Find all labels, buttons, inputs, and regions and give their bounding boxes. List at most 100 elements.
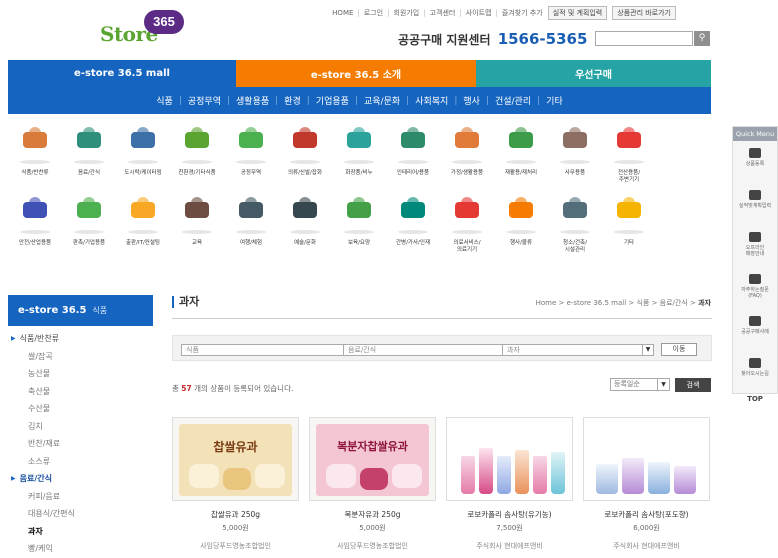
product-image[interactable] (446, 417, 573, 501)
cat-welfare[interactable]: 사회복지 (409, 94, 454, 107)
category-tile-label: 가정/생활용품 (450, 170, 484, 176)
sidebar-category[interactable]: ▶ 음료/간식 (8, 470, 153, 488)
sidebar-subitem[interactable]: 과자 (8, 523, 153, 541)
category-tile[interactable]: 행사/물류 (494, 186, 548, 256)
cat-etc[interactable]: 기타 (540, 94, 569, 107)
category-tile[interactable]: 인테리어/용품 (386, 116, 440, 186)
category-tile[interactable]: 의류/신발/잡화 (278, 116, 332, 186)
sidebar-subitem[interactable]: 쌀/잡곡 (8, 348, 153, 366)
quick-menu-item[interactable]: 자주하는질문 (FAQ) (733, 271, 777, 309)
link-signup[interactable]: 회원가입 (393, 8, 419, 18)
sidebar-subitem[interactable]: 수산물 (8, 400, 153, 418)
header-search-input[interactable] (595, 31, 693, 46)
sidebar-subitem[interactable]: 축산물 (8, 383, 153, 401)
category-tile[interactable]: 출판/IT/컨설팅 (116, 186, 170, 256)
store365-logo[interactable]: Store 365 (100, 10, 190, 48)
quick-menu-title: Quick Menu (733, 127, 777, 141)
link-support[interactable]: 고객센터 (430, 8, 456, 18)
sidebar-subitem[interactable]: 소스류 (8, 453, 153, 471)
link-login[interactable]: 로그인 (364, 8, 383, 18)
sidebar-list: ▶ 식품/반찬류 쌀/잡곡 농산물 축산물 수산물 김치 반찬/재료 소스류 ▶ 음료/간식 커피/음… (8, 330, 153, 558)
filter-select-1[interactable]: 식품 ▼ (181, 344, 361, 356)
category-tile[interactable]: 사무용품 (548, 116, 602, 186)
product-card[interactable]: 복분자찹쌀유과 복분자유과 250g 5,000원 사임당푸드영농조합법인 (309, 417, 436, 551)
product-card[interactable]: 로보카폴리 솜사탕(포도향) 6,000원 주식회사 현대에프앤비 (583, 417, 710, 551)
quick-menu-item[interactable]: 실적및계획입력 (733, 187, 777, 225)
count-suffix: 개의 상품이 등록되어 있습니다. (191, 384, 294, 393)
tab-mall[interactable]: e-store 36.5 mall (8, 60, 236, 87)
sort-select[interactable]: 등록일순 ▼ (610, 378, 670, 391)
sidebar-subitem[interactable]: 대용식/간편식 (8, 505, 153, 523)
cat-env[interactable]: 환경 (278, 94, 307, 107)
product-seller: 주식회사 현대에프앤비 (476, 542, 543, 550)
category-tile[interactable]: 판촉/기업용품 (62, 186, 116, 256)
product-card[interactable]: 로보카폴리 솜사탕(유기농) 7,500원 주식회사 현대에프앤비 (446, 417, 573, 551)
chevron-down-icon: ▼ (657, 379, 669, 390)
product-name[interactable]: 로보카폴리 솜사탕(유기농) (446, 509, 573, 520)
quick-menu-item[interactable]: 상품등록 (733, 145, 777, 183)
product-name[interactable]: 로보카폴리 솜사탕(포도향) (583, 509, 710, 520)
cat-edu[interactable]: 교육/문화 (358, 94, 406, 107)
link-home[interactable]: HOME (332, 9, 353, 17)
paintbrush-icon (182, 194, 212, 222)
sidebar-subitem[interactable]: 빵/케익 (8, 540, 153, 558)
globe-icon (236, 124, 266, 152)
category-tile[interactable]: 간병/가사/인재 (386, 186, 440, 256)
cat-construction[interactable]: 건설/관리 (489, 94, 537, 107)
product-image[interactable] (583, 417, 710, 501)
category-tile[interactable]: 도시락/케이터링 (116, 116, 170, 186)
category-tile[interactable]: 공정무역 (224, 116, 278, 186)
search-button[interactable]: 검색 (675, 378, 711, 392)
category-tile[interactable]: 전산용품/ 주변기기 (602, 116, 656, 186)
sidebar-subitem[interactable]: 김치 (8, 418, 153, 436)
filter-select-3[interactable]: 과자 ▼ (502, 344, 654, 356)
filter-select-2[interactable]: 음료/간식 ▼ (343, 344, 525, 356)
link-sitemap[interactable]: 사이트맵 (466, 8, 492, 18)
product-name[interactable]: 찹쌀유과 250g (172, 509, 299, 520)
category-tile[interactable]: 예술/문화 (278, 186, 332, 256)
cat-event[interactable]: 행사 (457, 94, 486, 107)
category-tile[interactable]: 기타 (602, 186, 656, 256)
cotton-candy-cup-image (479, 448, 493, 494)
category-tile[interactable]: 가정/생활용품 (440, 116, 494, 186)
top-button[interactable]: TOP (733, 395, 777, 403)
tab-priority[interactable]: 우선구매 (476, 60, 711, 87)
product-card[interactable]: 찹쌀유과 찹쌀유과 250g 5,000원 사임당푸드영농조합법인 (172, 417, 299, 551)
category-tile[interactable]: 화장품/비누 (332, 116, 386, 186)
category-tile[interactable]: 교육 (170, 186, 224, 256)
sidebar-subtitle: 식품 (92, 306, 108, 315)
category-tile[interactable]: 의료서비스/ 의료기기 (440, 186, 494, 256)
sidebar-category[interactable]: ▶ 식품/반찬류 (8, 330, 153, 348)
sidebar-subitem[interactable]: 농산물 (8, 365, 153, 383)
tab-intro[interactable]: e-store 36.5 소개 (236, 60, 476, 87)
quick-menu: Quick Menu 상품등록실적및계획입력오프라인 매장안내자주하는질문 (F… (732, 126, 778, 403)
category-tile[interactable]: 친환경/기타식품 (170, 116, 224, 186)
category-tile[interactable]: 청소/건축/ 시설관리 (548, 186, 602, 256)
sidebar-subitem[interactable]: 커피/음료 (8, 488, 153, 506)
category-tile[interactable]: 여행/체험 (224, 186, 278, 256)
cat-living[interactable]: 생활용품 (230, 94, 275, 107)
quick-menu-item[interactable]: 찾아오시는길 (733, 355, 777, 393)
product-name[interactable]: 복분자유과 250g (309, 509, 436, 520)
category-tile[interactable]: 재활용/재처리 (494, 116, 548, 186)
register-results-button[interactable]: 실적 및 계획입력 (547, 6, 608, 20)
link-bookmark[interactable]: 즐겨찾기 추가 (502, 8, 543, 18)
category-tile[interactable]: 식품/반찬류 (8, 116, 62, 186)
search-icon[interactable]: ⚲ (694, 31, 710, 46)
move-button[interactable]: 이동 (661, 343, 697, 356)
cat-fairtrade[interactable]: 공정무역 (182, 94, 227, 107)
breadcrumb-path[interactable]: Home > e-store 36.5 mall > 식품 > 음료/간식 > (536, 299, 699, 307)
product-image[interactable]: 복분자찹쌀유과 (309, 417, 436, 501)
cat-business[interactable]: 기업용품 (310, 94, 355, 107)
category-tile-label: 재활용/재처리 (504, 170, 538, 176)
quick-menu-item[interactable]: 공공구매사례 (733, 313, 777, 351)
category-tile[interactable]: 안전/산업용품 (8, 186, 62, 256)
category-tile[interactable]: 음료/간식 (62, 116, 116, 186)
cat-food[interactable]: 식품 (150, 94, 179, 107)
product-image[interactable]: 찹쌀유과 (172, 417, 299, 501)
goods-admin-button[interactable]: 상품관리 바로가기 (612, 6, 676, 20)
quick-menu-item[interactable]: 오프라인 매장안내 (733, 229, 777, 267)
sidebar-subitem[interactable]: 반찬/재료 (8, 435, 153, 453)
category-tile-label: 사무용품 (564, 170, 586, 176)
category-tile[interactable]: 보육/요양 (332, 186, 386, 256)
